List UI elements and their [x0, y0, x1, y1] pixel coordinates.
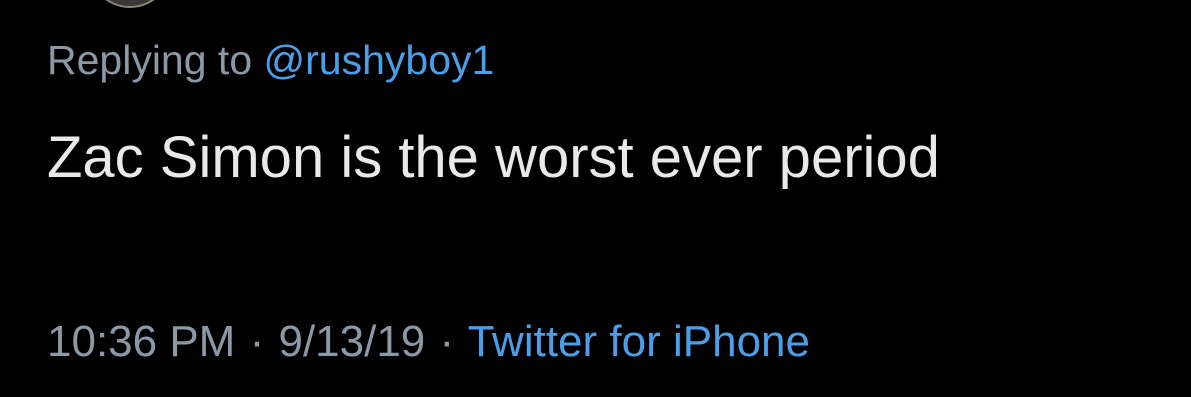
- tweet-time[interactable]: 10:36 PM: [47, 317, 235, 366]
- tweet-source-link[interactable]: Twitter for iPhone: [468, 317, 810, 366]
- avatar[interactable]: [88, 0, 172, 8]
- tweet-text: Zac Simon is the worst ever period: [47, 125, 940, 190]
- replying-to-line: Replying to @rushyboy1: [47, 36, 494, 84]
- meta-separator: ·: [249, 317, 265, 366]
- tweet-date[interactable]: 9/13/19: [278, 317, 425, 366]
- tweet-meta: 10:36 PM · 9/13/19 · Twitter for iPhone: [47, 316, 810, 368]
- replying-to-label: Replying to: [47, 37, 253, 83]
- tweet-detail: Replying to @rushyboy1 Zac Simon is the …: [0, 0, 1191, 397]
- reply-handle-link[interactable]: @rushyboy1: [264, 37, 495, 83]
- meta-separator: ·: [439, 317, 455, 366]
